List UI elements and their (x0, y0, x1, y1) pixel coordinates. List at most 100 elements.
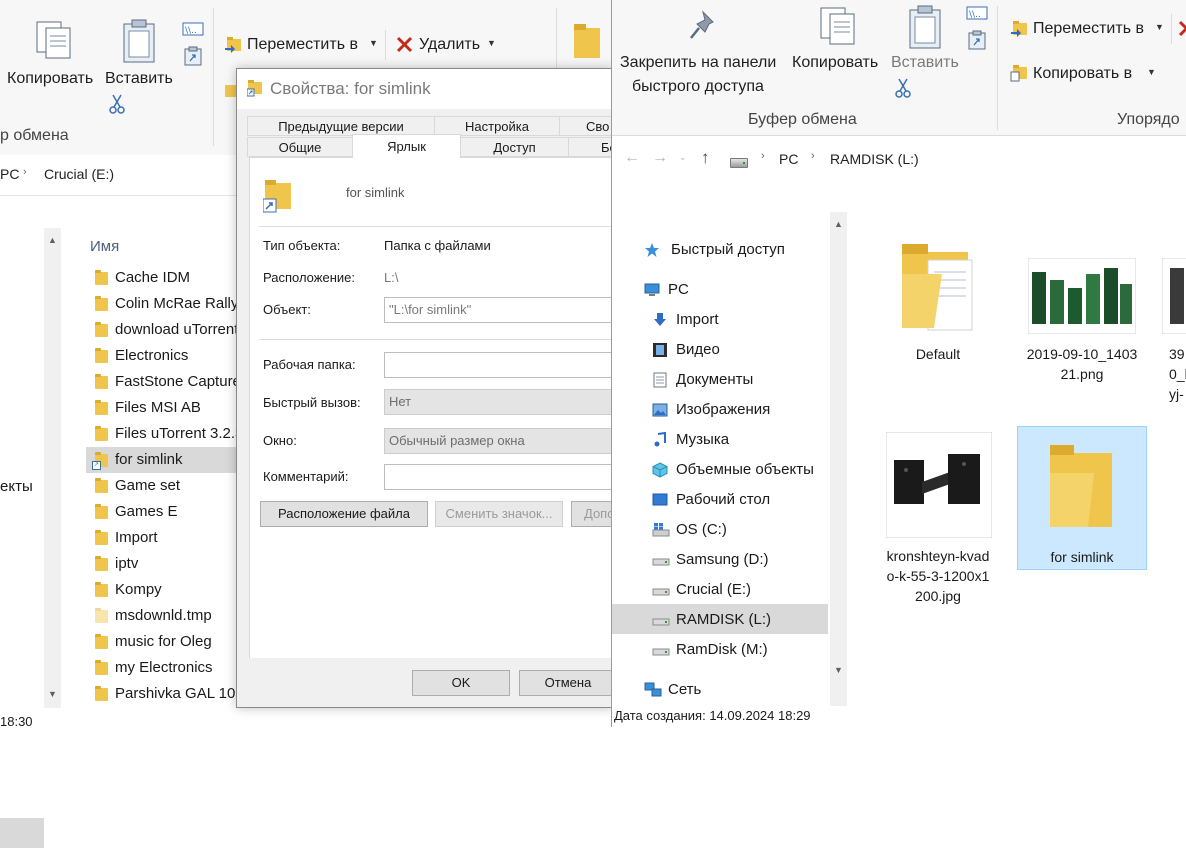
copy-to-button[interactable]: Копировать в (1033, 65, 1132, 83)
content-item-5[interactable]: for simlink (1017, 426, 1147, 570)
cut-icon[interactable] (895, 78, 911, 98)
file-row-15[interactable]: music for Oleg (86, 629, 236, 655)
file-row-14[interactable]: msdownld.tmp (86, 603, 236, 629)
chevron-down-icon[interactable]: ▼ (369, 38, 378, 48)
breadcrumb-pc[interactable]: PC (779, 151, 798, 167)
file-row-4[interactable]: Electronics (86, 343, 236, 369)
tab-customize[interactable]: Настройка (434, 116, 560, 136)
copy-button[interactable]: Копировать (792, 54, 878, 72)
delete-button[interactable]: Удалить (419, 36, 480, 54)
window-select[interactable]: Обычный размер окна (384, 428, 613, 454)
copy-path-icon[interactable]: \\.. (182, 22, 204, 36)
file-row-1[interactable]: Cache IDM (86, 265, 236, 291)
nav-item-7[interactable]: Музыка (612, 424, 828, 454)
new-folder-icon[interactable] (572, 18, 602, 60)
nav-item-3d-objects-partial[interactable]: екты (0, 478, 33, 495)
nav-item-13[interactable]: RAMDISK (L:) (612, 604, 828, 634)
nav-item-3[interactable]: Import (612, 304, 828, 334)
scroll-up-icon[interactable]: ▲ (830, 216, 847, 233)
paste-icon[interactable] (908, 4, 942, 50)
move-to-icon[interactable] (224, 36, 242, 54)
tab-properties-partial[interactable]: Сво (559, 116, 619, 136)
back-arrow-icon[interactable]: ← (624, 149, 640, 167)
chevron-down-icon[interactable]: ▼ (487, 38, 496, 48)
pin-icon[interactable] (685, 8, 721, 44)
nav-item-9[interactable]: Рабочий стол (612, 484, 828, 514)
breadcrumb-drive[interactable]: Crucial (E:) (44, 166, 114, 182)
nav-item-6[interactable]: Изображения (612, 394, 828, 424)
comment-field[interactable] (384, 464, 613, 490)
left-nav-scrollbar[interactable]: ▲ ▼ (44, 228, 61, 708)
file-row-11[interactable]: Import (86, 525, 236, 551)
dialog-titlebar[interactable]: Свойства: for simlink (237, 69, 613, 109)
chevron-down-icon[interactable]: ▼ (1155, 22, 1164, 32)
content-item-3[interactable]: 39 0_k yj- (1162, 230, 1186, 410)
nav-item-8[interactable]: Объемные объекты (612, 454, 828, 484)
file-row-17[interactable]: Parshivka GAL 1010 (86, 681, 252, 707)
target-field[interactable]: "L:\for simlink" (384, 297, 613, 323)
nav-item-selected-partial[interactable] (0, 818, 44, 848)
nav-item-2[interactable]: PC (612, 274, 828, 304)
file-row-7[interactable]: Files uTorrent 3.2.3 (86, 421, 243, 447)
move-to-button[interactable]: Переместить в (247, 36, 358, 54)
delete-icon[interactable] (396, 36, 413, 53)
change-icon-button[interactable]: Сменить значок... (435, 501, 563, 527)
open-file-location-button[interactable]: Расположение файла (260, 501, 428, 527)
content-item-1[interactable]: Default (874, 230, 1002, 370)
file-row-3[interactable]: download uTorrent (86, 317, 238, 343)
content-item-4[interactable]: kronshteyn-kvad o-k-55-3-1200x1 200.jpg (874, 428, 1002, 604)
delete-icon[interactable] (1178, 20, 1186, 37)
file-row-6[interactable]: Files MSI AB (86, 395, 236, 421)
nav-item-5[interactable]: Документы (612, 364, 828, 394)
move-to-button[interactable]: Переместить в (1033, 20, 1144, 38)
right-nav-scrollbar[interactable]: ▲ ▼ (830, 212, 847, 706)
pin-quick-access-line2[interactable]: быстрого доступа (632, 78, 764, 96)
move-to-icon[interactable] (1010, 20, 1028, 38)
paste-shortcut-icon[interactable] (184, 46, 202, 66)
column-header-name[interactable]: Имя (90, 238, 119, 255)
paste-button[interactable]: Вставить (105, 70, 173, 88)
file-row-2[interactable]: Colin McRae Rally (86, 291, 238, 317)
file-row-10[interactable]: Games E (86, 499, 236, 525)
cancel-button[interactable]: Отмена (519, 670, 617, 696)
ok-button[interactable]: OK (412, 670, 510, 696)
scroll-down-icon[interactable]: ▼ (44, 686, 61, 703)
forward-arrow-icon[interactable]: → (652, 149, 668, 167)
nav-item-10[interactable]: OS (C:) (612, 514, 828, 544)
copy-icon[interactable] (34, 18, 74, 62)
paste-icon[interactable] (122, 18, 156, 64)
working-folder-field[interactable] (384, 352, 613, 378)
recent-chevron-icon[interactable]: ⌄ (679, 152, 687, 163)
file-row-16[interactable]: my Electronics (86, 655, 236, 681)
tab-previous-versions[interactable]: Предыдущие версии (247, 116, 435, 136)
hotkey-field[interactable]: Нет (384, 389, 613, 415)
nav-item-14[interactable]: RamDisk (M:) (612, 634, 828, 664)
paste-button[interactable]: Вставить (891, 54, 959, 72)
shortcut-name[interactable]: for simlink (346, 185, 405, 200)
tab-general[interactable]: Общие (247, 137, 353, 157)
file-row-5[interactable]: FastStone Capture (86, 369, 241, 395)
breadcrumb-pc[interactable]: PC (0, 166, 19, 182)
file-row-13[interactable]: Kompy (86, 577, 236, 603)
content-item-2[interactable]: 2019-09-10_1403 21.png (1018, 230, 1146, 382)
nav-item-15[interactable]: Сеть (612, 674, 828, 704)
copy-icon[interactable] (818, 4, 858, 48)
file-row-8[interactable]: ↗ for simlink (86, 447, 236, 473)
breadcrumb-drive[interactable]: RAMDISK (L:) (830, 151, 919, 167)
chevron-down-icon[interactable]: ▼ (1147, 67, 1156, 77)
tab-shortcut[interactable]: Ярлык (352, 134, 461, 158)
file-row-9[interactable]: Game set (86, 473, 236, 499)
copy-to-icon[interactable] (1010, 64, 1028, 82)
pin-quick-access-button[interactable]: Закрепить на панели (620, 54, 776, 72)
nav-item-1[interactable]: Быстрый доступ (612, 234, 828, 264)
copy-button[interactable]: Копировать (7, 70, 93, 88)
nav-item-11[interactable]: Samsung (D:) (612, 544, 828, 574)
copy-path-icon[interactable]: \\.. (966, 6, 988, 20)
file-row-12[interactable]: iptv (86, 551, 236, 577)
paste-shortcut-icon[interactable] (968, 30, 986, 50)
scroll-down-icon[interactable]: ▼ (830, 662, 847, 679)
cut-icon[interactable] (109, 94, 125, 114)
nav-item-12[interactable]: Crucial (E:) (612, 574, 828, 604)
nav-item-4[interactable]: Видео (612, 334, 828, 364)
up-arrow-icon[interactable]: ↑ (701, 148, 710, 168)
